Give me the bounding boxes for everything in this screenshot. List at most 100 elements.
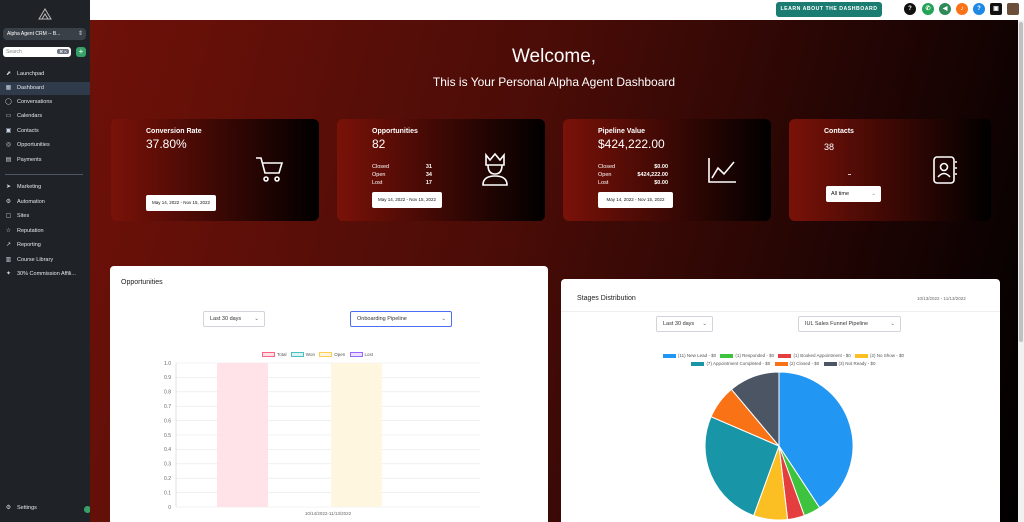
card-label: Conversion Rate [146,128,202,135]
opportunities-date-range[interactable]: May 14, 2022 - Nov 15, 2022 [372,192,442,208]
y-tick-label: 0.9 [164,375,171,381]
sidebar-item-label: Reporting [17,242,41,248]
y-tick-label: 0.4 [164,447,171,453]
sidebar-item-label: Settings [17,505,37,511]
quick-add-button[interactable]: + [76,47,86,57]
card-label: Contacts [824,128,854,135]
automation-icon: ⚙ [5,199,12,205]
app-root: Alpha Agent CRM -- B... ⇕ Search ⌘ K + ⬈ La… [0,0,1024,522]
breakdown-label: Lost [598,180,609,186]
breakdown-value: $424,222.00 [637,172,668,178]
sidebar-item-conversations[interactable]: ◯ Conversations [0,96,90,109]
account-switcher[interactable]: Alpha Agent CRM -- B... ⇕ [3,28,86,40]
user-crown-icon [482,152,508,186]
gear-icon: ⚙ [5,505,12,511]
pipeline-breakdown: Closed $0.00 Open $424,222.00 Lost $0.00 [598,163,668,187]
contacts-time-filter[interactable]: All time ⌄ [826,186,881,202]
chat-icon: ◯ [5,99,12,105]
sidebar-item-label: Dashboard [17,85,44,91]
breakdown-value: 31 [425,164,432,170]
filter-value: All time [831,191,850,197]
opportunities-panel: Opportunities Last 30 days ⌄ Onboarding P… [110,266,548,522]
pie-canvas [704,371,854,521]
breakdown-row: Closed $0.00 [598,163,668,171]
contact-card-icon[interactable]: ▣ [990,3,1002,15]
contacts-change-indicator [848,174,851,175]
y-tick-label: 0.2 [164,476,171,482]
card-label: Opportunities [372,128,418,135]
help-icon[interactable]: ? [904,3,916,15]
star-icon: ☆ [5,228,12,234]
y-tick-label: 0.5 [164,433,171,439]
contact-book-icon [933,156,957,184]
breakdown-label: Closed [372,164,390,170]
breakdown-value: $0.00 [654,164,668,170]
sidebar-divider [5,174,83,175]
sidebar-item-dashboard[interactable]: ▦ Dashboard [0,82,90,95]
y-tick-label: 0.8 [164,390,171,396]
y-tick-label: 0 [168,505,171,511]
logo[interactable] [38,8,52,20]
sidebar-item-label: Contacts [17,128,39,134]
y-tick-label: 0.1 [164,490,171,496]
sidebar-item-affiliate[interactable]: ✦ 30% Commission Affili... [0,268,90,281]
payments-icon: ▤ [5,157,12,163]
sites-icon: ▢ [5,213,12,219]
cart-icon [256,157,284,182]
phone-icon[interactable]: ✆ [922,3,934,15]
sidebar-item-label: Payments [17,157,42,163]
breakdown-label: Closed [598,164,616,170]
chevron-down-icon: ⌄ [871,191,876,197]
sidebar-item-automation[interactable]: ⚙ Automation [0,196,90,209]
megaphone-icon[interactable]: ◀ [939,3,951,15]
conversion-rate-card: Conversion Rate 37.80% May 14, 2022 - No… [111,119,319,221]
opportunities-bar-chart: 1.0 0.9 0.8 0.7 0.6 0.5 0.4 0.3 0.2 0.1 0 10/14/202… [164,361,480,516]
sidebar-item-reporting[interactable]: ↗ Reporting [0,239,90,252]
sidebar-item-settings[interactable]: ⚙ Settings [0,502,90,515]
sidebar-item-label: Reputation [17,228,44,234]
x-tick-label: 10/14/2022-11/13/2022 [305,511,352,516]
y-tick-label: 1.0 [164,361,171,367]
welcome-subtitle: This is Your Personal Alpha Agent Dashbo… [432,75,676,89]
topbar: LEARN ABOUT THE DASHBOARD ? ✆ ◀ ♪ ? ▣ [90,0,1024,20]
breakdown-value: 34 [425,172,432,178]
page-scrollbar-thumb[interactable] [1019,22,1023,342]
breakdown-row: Lost $0.00 [598,179,668,187]
sidebar-item-course-library[interactable]: ▥ Course Library [0,254,90,267]
chart-icon: ↗ [5,242,12,248]
sidebar-item-reputation[interactable]: ☆ Reputation [0,225,90,238]
conversion-date-range[interactable]: May 14, 2022 - Nov 15, 2022 [146,195,216,211]
calendar-icon: ▭ [5,113,12,119]
sidebar-item-label: Conversations [17,99,53,105]
sidebar-item-contacts[interactable]: ▣ Contacts [0,125,90,138]
sidebar-item-launchpad[interactable]: ⬈ Launchpad [0,68,90,81]
gift-icon: ✦ [5,271,12,277]
opportunities-value: 82 [372,137,386,151]
sidebar-item-sites[interactable]: ▢ Sites [0,210,90,223]
bar-hover-total [217,363,268,507]
search-input[interactable]: Search ⌘ K [3,47,71,57]
avatar[interactable] [1007,3,1019,15]
sidebar-item-opportunities[interactable]: ◎ Opportunities [0,139,90,152]
rocket-icon: ⬈ [5,71,12,77]
sidebar-item-calendars[interactable]: ▭ Calendars [0,110,90,123]
sidebar-item-label: Automation [17,199,45,205]
bell-icon[interactable]: ♪ [956,3,968,15]
sidebar-item-payments[interactable]: ▤ Payments [0,154,90,167]
y-tick-label: 0.6 [164,418,171,424]
book-icon: ▥ [5,257,12,263]
pipeline-date-range[interactable]: May 14, 2022 - Nov 15, 2022 [598,192,673,208]
question-icon[interactable]: ? [973,3,985,15]
opportunities-breakdown: Closed 31 Open 34 Lost 17 [372,163,432,187]
learn-about-dashboard-button[interactable]: LEARN ABOUT THE DASHBOARD [776,2,882,17]
bar-hover-open [331,363,382,507]
contacts-icon: ▣ [5,128,12,134]
sidebar-item-label: Calendars [17,113,43,119]
breakdown-row: Lost 17 [372,179,432,187]
sidebar-item-marketing[interactable]: ➤ Marketing [0,181,90,194]
sidebar-item-label: Opportunities [17,142,50,148]
breakdown-value: 17 [425,180,432,186]
sidebar-item-label: Launchpad [17,71,45,77]
account-name: Alpha Agent CRM -- B... [7,31,61,37]
conversion-rate-value: 37.80% [146,137,187,151]
